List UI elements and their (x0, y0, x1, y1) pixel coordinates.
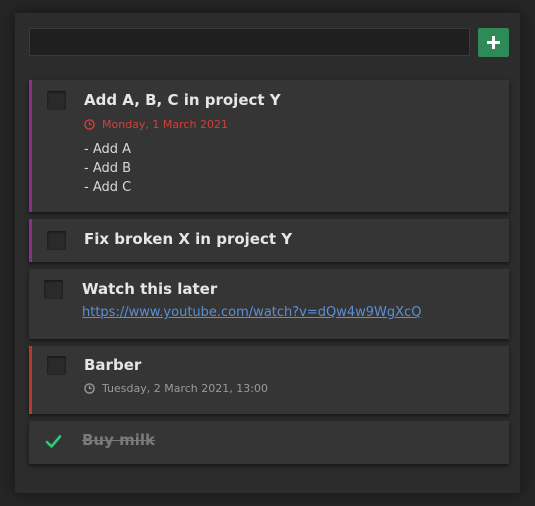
task-card[interactable]: Add A, B, C in project Y Monday, 1 March… (29, 80, 509, 212)
due-date-text: Monday, 1 March 2021 (102, 118, 228, 131)
note-line: - Add A (84, 142, 132, 157)
task-title: Fix broken X in project Y (84, 230, 293, 248)
new-task-input[interactable] (29, 28, 470, 56)
note-line: - Add B (84, 161, 132, 176)
task-checkbox[interactable] (47, 356, 66, 375)
due-date-text: Tuesday, 2 March 2021, 13:00 (102, 382, 268, 395)
task-due-date: Monday, 1 March 2021 (84, 118, 228, 131)
task-notes: - Add A - Add B - Add C (84, 140, 131, 197)
task-checkbox[interactable] (47, 91, 66, 110)
task-due-date: Tuesday, 2 March 2021, 13:00 (84, 382, 268, 395)
task-card[interactable]: Watch this later https://www.youtube.com… (29, 269, 509, 339)
add-task-button[interactable] (478, 28, 509, 57)
task-card[interactable]: Barber Tuesday, 2 March 2021, 13:00 (29, 346, 509, 414)
task-checkbox[interactable] (44, 280, 63, 299)
task-checkbox[interactable] (47, 231, 66, 250)
task-link[interactable]: https://www.youtube.com/watch?v=dQw4w9Wg… (82, 305, 421, 320)
task-card[interactable]: Buy milk (29, 421, 509, 464)
note-line: - Add C (84, 180, 132, 195)
clock-icon (84, 119, 95, 130)
task-title: Buy milk (82, 431, 156, 449)
plus-icon (487, 36, 500, 49)
task-title: Watch this later (82, 280, 218, 298)
clock-icon (84, 383, 95, 394)
todo-panel: Add A, B, C in project Y Monday, 1 March… (15, 13, 520, 493)
task-card[interactable]: Fix broken X in project Y (29, 219, 509, 262)
checkmark-icon (45, 435, 62, 448)
task-title: Add A, B, C in project Y (84, 91, 281, 109)
task-checkbox-checked[interactable] (44, 432, 63, 451)
task-title: Barber (84, 356, 142, 374)
